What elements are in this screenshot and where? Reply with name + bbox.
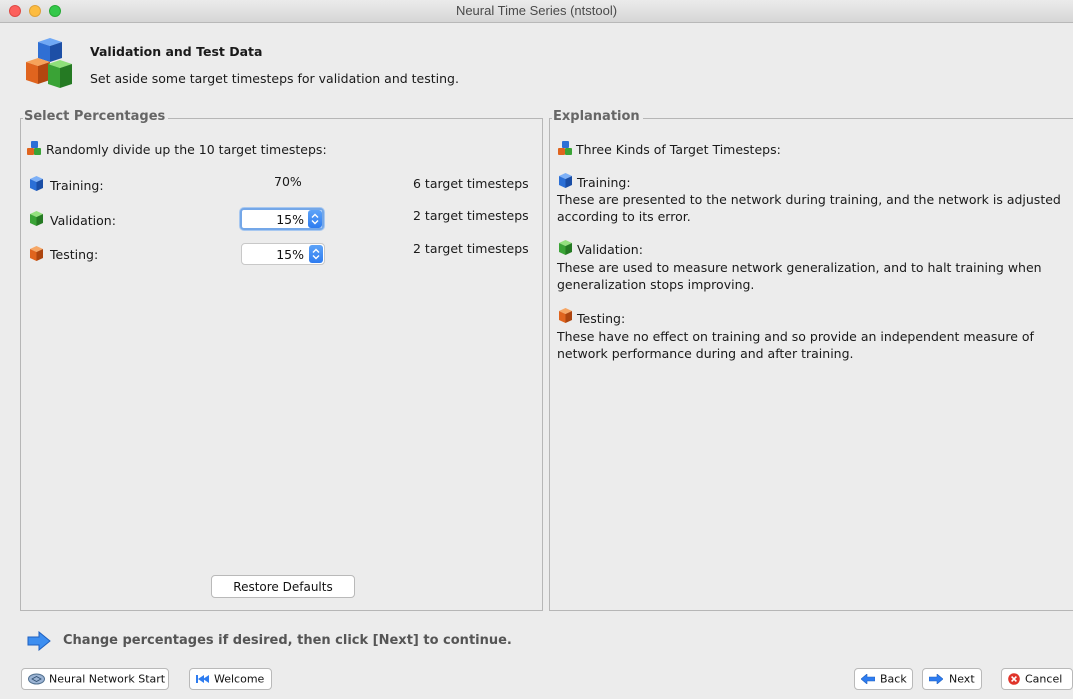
testing-explanation-body: These have no effect on training and so … (557, 329, 1034, 361)
testing-percent-value[interactable]: 15% (242, 247, 304, 262)
testing-timesteps: 2 target timesteps (413, 241, 529, 256)
training-label: Training: (50, 178, 104, 193)
restore-defaults-label: Restore Defaults (233, 579, 333, 594)
testing-stepper-arrows[interactable] (309, 245, 323, 263)
blue-cube-icon (30, 176, 43, 191)
welcome-label: Welcome (214, 672, 265, 686)
testing-label: Testing: (50, 247, 99, 262)
validation-percent-value[interactable]: 15% (242, 212, 304, 227)
training-percent: 70% (274, 174, 302, 189)
training-explanation-body: These are presented to the network durin… (557, 192, 1061, 224)
mixed-cubes-icon (27, 141, 41, 155)
split-intro-text: Randomly divide up the 10 target timeste… (46, 142, 327, 157)
next-label: Next (949, 672, 975, 686)
explanation-legend: Explanation (552, 109, 643, 124)
neural-network-icon (28, 673, 45, 685)
blue-cube-icon (559, 173, 572, 188)
validation-stepper-arrows[interactable] (308, 210, 322, 228)
left-arrow-icon (861, 674, 875, 684)
explanation-intro: Three Kinds of Target Timesteps: (576, 142, 781, 157)
training-timesteps: 6 target timesteps (413, 176, 529, 191)
page-title: Validation and Test Data (90, 44, 263, 59)
training-explanation-title: Training: (577, 175, 631, 190)
testing-explanation-title: Testing: (577, 311, 626, 326)
neural-network-start-button[interactable]: Neural Network Start (21, 668, 169, 690)
right-arrow-icon (929, 674, 943, 684)
title-bar: Neural Time Series (ntstool) (0, 0, 1073, 23)
validation-label: Validation: (50, 213, 116, 228)
window-title: Neural Time Series (ntstool) (455, 3, 618, 18)
select-percentages-panel: Select Percentages Randomly divide up th… (20, 109, 543, 611)
mixed-cubes-icon (558, 141, 572, 155)
updown-chevron-icon (312, 248, 320, 260)
validation-timesteps: 2 target timesteps (413, 208, 529, 223)
orange-cube-icon (559, 308, 572, 323)
neural-network-start-label: Neural Network Start (49, 672, 166, 686)
page-subtitle: Set aside some target timesteps for vali… (90, 71, 459, 86)
updown-chevron-icon (311, 213, 319, 225)
next-button[interactable]: Next (922, 668, 982, 690)
rewind-icon (196, 675, 209, 683)
cubes-icon (26, 38, 72, 88)
hint-text: Change percentages if desired, then clic… (63, 633, 512, 648)
cancel-button[interactable]: Cancel (1001, 668, 1073, 690)
right-arrow-icon (27, 631, 51, 651)
explanation-panel: Explanation Three Kinds of Target Timest… (549, 109, 1073, 611)
green-cube-icon (559, 240, 572, 255)
ntstool-window: Neural Time Series (ntstool) Validation … (0, 0, 1073, 699)
restore-defaults-button[interactable]: Restore Defaults (211, 575, 355, 598)
validation-explanation-title: Validation: (577, 242, 643, 257)
back-label: Back (880, 672, 907, 686)
validation-explanation-body: These are used to measure network genera… (557, 260, 1042, 292)
orange-cube-icon (30, 246, 43, 261)
cancel-icon (1008, 673, 1020, 685)
welcome-button[interactable]: Welcome (189, 668, 272, 690)
cancel-label: Cancel (1025, 672, 1063, 686)
testing-percent-stepper[interactable]: 15% (241, 243, 325, 265)
select-percentages-legend: Select Percentages (23, 109, 169, 124)
validation-percent-stepper[interactable]: 15% (240, 208, 324, 230)
back-button[interactable]: Back (854, 668, 913, 690)
green-cube-icon (30, 211, 43, 226)
